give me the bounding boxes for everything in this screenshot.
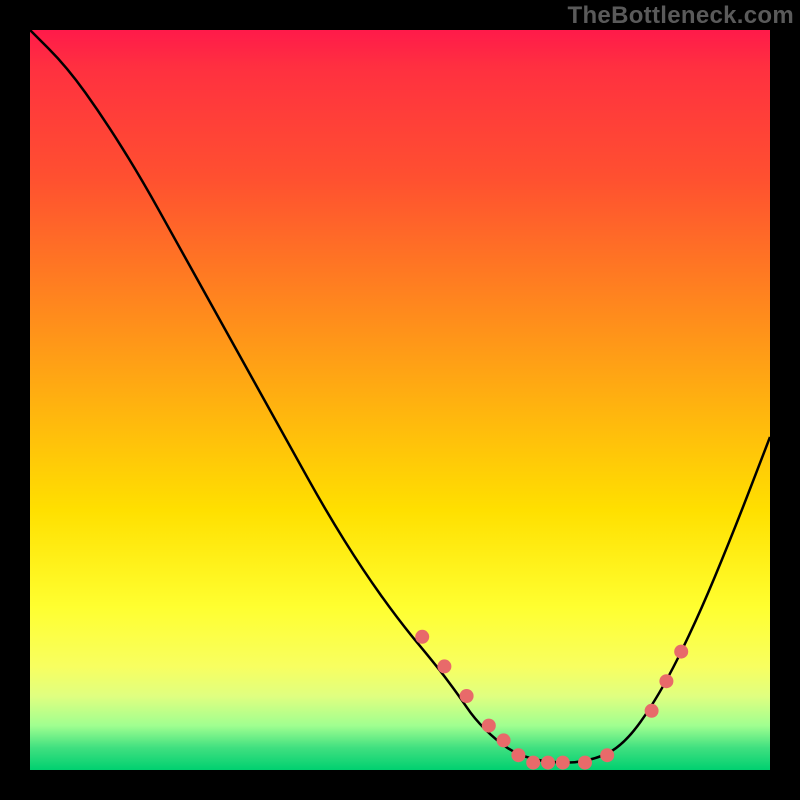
marker-point bbox=[556, 756, 570, 770]
bottleneck-curve bbox=[30, 30, 770, 763]
marker-point bbox=[415, 630, 429, 644]
marker-point bbox=[645, 704, 659, 718]
marker-point bbox=[674, 645, 688, 659]
marker-point bbox=[659, 674, 673, 688]
marker-point bbox=[526, 756, 540, 770]
marker-point bbox=[437, 659, 451, 673]
marker-point bbox=[541, 756, 555, 770]
marker-point bbox=[578, 756, 592, 770]
marker-point bbox=[600, 748, 614, 762]
chart-overlay bbox=[30, 30, 770, 770]
marker-point bbox=[482, 719, 496, 733]
marker-point bbox=[497, 733, 511, 747]
marker-point bbox=[511, 748, 525, 762]
watermark-text: TheBottleneck.com bbox=[568, 2, 794, 30]
marker-point bbox=[460, 689, 474, 703]
marker-group bbox=[415, 630, 688, 770]
